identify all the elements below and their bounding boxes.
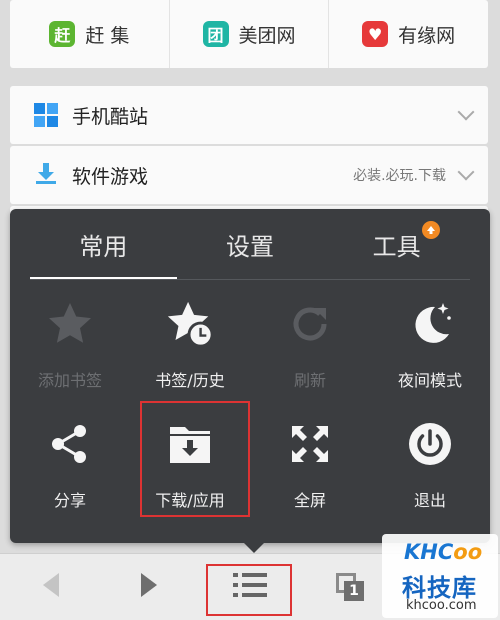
meituan-icon: 团 xyxy=(202,21,229,47)
power-icon xyxy=(405,419,455,469)
menu-item-bookmarks-history[interactable]: 书签/历史 xyxy=(130,291,250,391)
menu-item-exit[interactable]: 退出 xyxy=(370,411,490,511)
tab-label: 设置 xyxy=(226,232,274,261)
menu-item-refresh[interactable]: 刷新 xyxy=(250,291,370,391)
ganji-icon: 赶 xyxy=(49,21,76,47)
menu-item-add-bookmark[interactable]: 添加书签 xyxy=(10,291,130,391)
browser-menu-panel: 常用 设置 工具 添加书签 书签/历史 刷新 夜间模式 分享 下载/应用 全屏 … xyxy=(10,209,490,543)
nav-row-subtitle: 必装.必玩.下载 xyxy=(353,168,446,184)
refresh-icon xyxy=(285,299,335,349)
watermark-url: khcoo.com xyxy=(406,598,477,613)
nav-row-label: 软件游戏 xyxy=(72,165,149,188)
tab-common[interactable]: 常用 xyxy=(30,209,177,279)
menu-item-label: 刷新 xyxy=(293,371,326,390)
nav-row-games[interactable]: 软件游戏 必装.必玩.下载 xyxy=(10,146,488,204)
tab-count: 1 xyxy=(344,581,364,601)
quick-link-label: 有缘网 xyxy=(398,24,456,47)
moon-icon xyxy=(405,299,455,349)
menu-item-label: 添加书签 xyxy=(37,371,102,390)
quick-links-card: 赶 赶 集 团 美团网 ♥ 有缘网 xyxy=(10,0,488,68)
grid-icon xyxy=(34,103,58,127)
nav-row-label: 手机酷站 xyxy=(72,105,149,128)
fullscreen-icon xyxy=(285,419,335,469)
download-arrow-icon xyxy=(34,161,58,190)
menu-tabs: 常用 设置 工具 xyxy=(30,209,470,279)
quick-link-label: 美团网 xyxy=(238,24,296,47)
menu-item-label: 退出 xyxy=(413,491,446,510)
quick-link-label: 赶 集 xyxy=(85,24,130,47)
tab-label: 常用 xyxy=(79,232,128,261)
youyuan-icon: ♥ xyxy=(362,21,389,47)
menu-item-night-mode[interactable]: 夜间模式 xyxy=(370,291,490,391)
chevron-down-icon xyxy=(457,103,475,121)
chevron-down-icon xyxy=(457,163,475,181)
forward-arrow-icon xyxy=(139,571,161,603)
star-add-icon xyxy=(45,299,95,349)
tab-label: 工具 xyxy=(372,232,421,261)
menu-item-label: 全屏 xyxy=(293,491,326,510)
quick-link-ganji[interactable]: 赶 赶 集 xyxy=(10,0,169,68)
menu-pointer xyxy=(244,543,264,553)
menu-item-share[interactable]: 分享 xyxy=(10,411,130,511)
quick-link-youyuan[interactable]: ♥ 有缘网 xyxy=(328,0,488,68)
tab-tools[interactable]: 工具 xyxy=(323,209,470,279)
tabs-icon: 1 xyxy=(336,573,364,601)
share-icon xyxy=(45,419,95,469)
watermark-brand: KHCoo xyxy=(404,540,483,564)
tabs-button[interactable]: 1 xyxy=(330,562,370,612)
menu-item-label: 夜间模式 xyxy=(397,371,462,390)
menu-item-fullscreen[interactable]: 全屏 xyxy=(250,411,370,511)
tab-settings[interactable]: 设置 xyxy=(177,209,324,279)
menu-button-highlight-box xyxy=(206,564,292,616)
back-arrow-icon xyxy=(39,571,61,603)
nav-row-apps[interactable]: 手机酷站 xyxy=(10,86,488,144)
update-badge-icon xyxy=(422,221,441,239)
back-button[interactable] xyxy=(30,562,70,612)
menu-item-label: 分享 xyxy=(53,491,86,510)
forward-button[interactable] xyxy=(130,562,170,612)
quick-link-meituan[interactable]: 团 美团网 xyxy=(168,0,329,68)
menu-grid: 添加书签 书签/历史 刷新 夜间模式 分享 下载/应用 全屏 退出 xyxy=(10,291,490,511)
watermark-logo: KHCoo 科技库 khcoo.com xyxy=(382,534,498,618)
menu-item-label: 下载/应用 xyxy=(155,491,225,510)
tab-divider xyxy=(30,279,470,280)
menu-item-downloads-apps[interactable]: 下载/应用 xyxy=(130,411,250,511)
download-folder-icon xyxy=(165,419,215,469)
menu-item-label: 书签/历史 xyxy=(155,371,225,390)
star-clock-icon xyxy=(165,299,215,349)
